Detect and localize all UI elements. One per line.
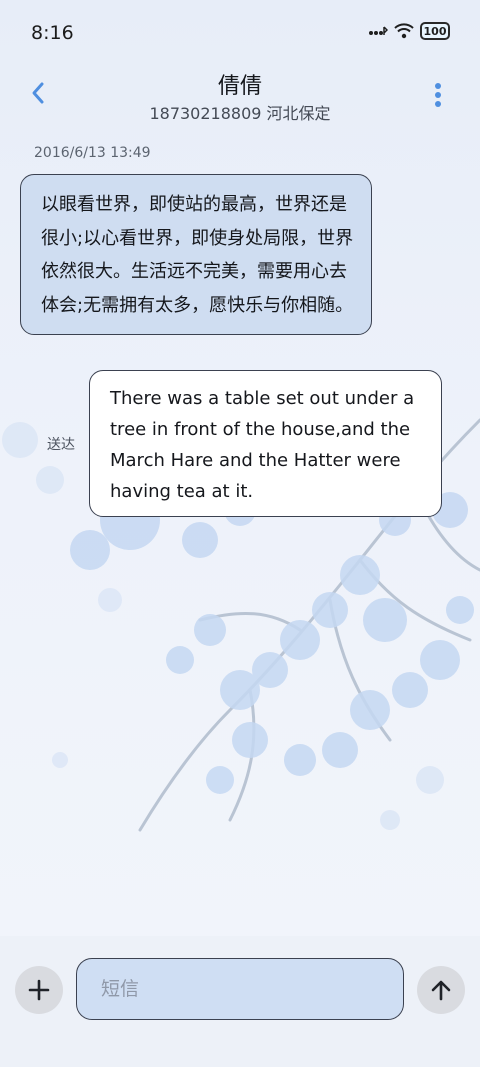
composer-bar bbox=[0, 936, 480, 1067]
arrow-up-icon bbox=[431, 980, 451, 1001]
contact-name: 倩倩 bbox=[217, 74, 262, 99]
message-timestamp: 2016/6/13 13:49 bbox=[34, 145, 151, 161]
battery-level: 100 bbox=[423, 24, 447, 38]
sms-input-container[interactable] bbox=[76, 958, 404, 1020]
sms-input[interactable] bbox=[99, 977, 393, 1001]
contact-phone-location: 18730218809 河北保定 bbox=[149, 104, 331, 123]
wifi-icon bbox=[394, 23, 414, 39]
send-button[interactable] bbox=[417, 966, 465, 1014]
status-time: 8:16 bbox=[31, 22, 74, 44]
more-vertical-icon[interactable] bbox=[432, 82, 444, 108]
delivery-status: 送达 bbox=[47, 437, 75, 453]
bluetooth-icon bbox=[369, 26, 388, 35]
status-icons: 100 bbox=[368, 22, 450, 40]
status-bar: 8:16 100 bbox=[0, 0, 480, 66]
sent-message-bubble[interactable]: There was a table set out under a tree i… bbox=[89, 370, 442, 517]
plus-icon bbox=[28, 979, 50, 1001]
add-attachment-button[interactable] bbox=[15, 966, 63, 1014]
received-message-bubble[interactable]: 以眼看世界，即使站的最高，世界还是很小;以心看世界，即使身处局限，世界依然很大。… bbox=[20, 174, 372, 335]
battery-icon: 100 bbox=[420, 22, 450, 40]
conversation-header: 倩倩 18730218809 河北保定 bbox=[0, 66, 480, 130]
